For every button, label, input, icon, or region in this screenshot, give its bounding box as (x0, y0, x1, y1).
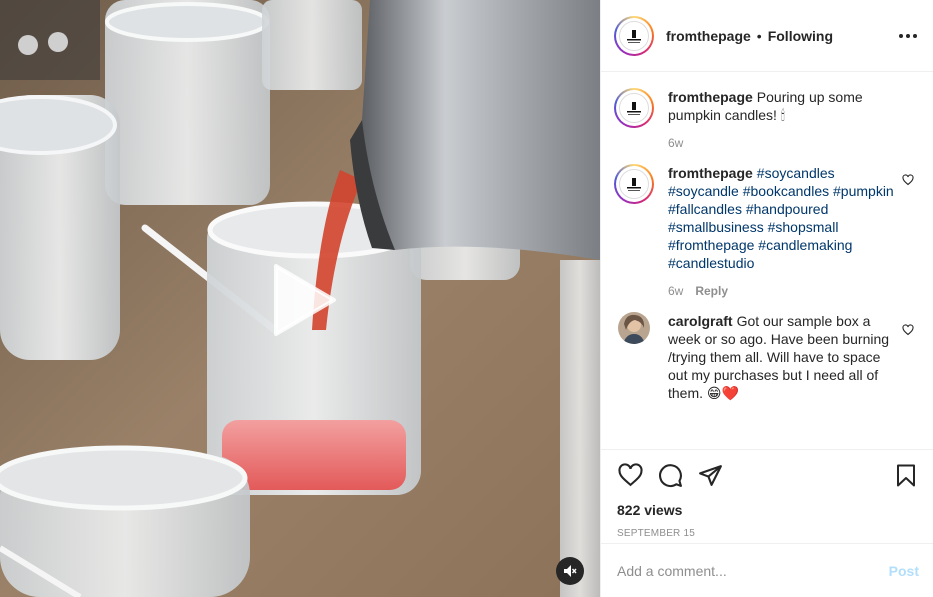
hashtag-comment-age[interactable]: 6w (668, 284, 683, 298)
post-comment-button[interactable]: Post (889, 563, 919, 579)
post-date[interactable]: SEPTEMBER 15 (617, 528, 919, 539)
caption-age[interactable]: 6w (668, 136, 683, 150)
share-button[interactable] (697, 462, 723, 488)
comment-input[interactable] (617, 562, 889, 579)
caption-avatar[interactable] (614, 88, 654, 128)
hashtag-link[interactable]: #fromthepage (668, 237, 754, 253)
hashtag-link[interactable]: #soycandle (668, 183, 739, 199)
paper-plane-icon (698, 464, 722, 486)
play-icon[interactable] (264, 262, 340, 338)
speech-bubble-icon (658, 463, 682, 487)
hashtag-link[interactable]: #fallcandles (668, 201, 742, 217)
comments-list[interactable]: fromthepage Pouring up some pumpkin candl… (601, 72, 933, 449)
hashtag-comment-avatar[interactable] (614, 164, 654, 204)
hashtag-comment: fromthepage #soycandles #soycandle #bookc… (614, 164, 917, 298)
comment-button[interactable] (657, 462, 683, 488)
user-comment: carolgraft Got our sample box a week or s… (614, 312, 917, 402)
reply-button[interactable]: Reply (695, 284, 728, 298)
author-avatar[interactable] (614, 15, 654, 56)
brand-logo-icon (619, 93, 649, 123)
commenter-avatar[interactable] (618, 312, 650, 344)
mute-button[interactable] (556, 557, 584, 585)
brand-logo-icon (619, 169, 649, 199)
hashtag-link[interactable]: #smallbusiness (668, 219, 764, 235)
hashtag-link[interactable]: #bookcandles (743, 183, 829, 199)
hashtag-link[interactable]: #candlestudio (668, 255, 754, 271)
post-header: fromthepage • Following (601, 0, 933, 72)
instagram-post: fromthepage • Following fromthepage Pour… (0, 0, 933, 597)
speaker-muted-icon (564, 565, 577, 577)
view-count[interactable]: 822 views (617, 502, 919, 518)
caption-comment: fromthepage Pouring up some pumpkin candl… (614, 88, 917, 150)
heart-icon (617, 462, 643, 486)
bookmark-icon (897, 464, 915, 486)
hashtag-link[interactable]: #handpoured (746, 201, 829, 217)
heart-outline-icon[interactable] (902, 324, 914, 336)
hashtag-link[interactable]: #candlemaking (758, 237, 852, 253)
hashtag-link[interactable]: #shopsmall (768, 219, 839, 235)
add-comment-bar: Post (601, 543, 933, 597)
post-side-panel: fromthepage • Following fromthepage Pour… (600, 0, 933, 597)
heart-outline-icon[interactable] (902, 174, 914, 186)
commenter-username[interactable]: carolgraft (668, 313, 733, 329)
hashtag-comment-username[interactable]: fromthepage (668, 165, 753, 181)
hashtag-link[interactable]: #soycandles (757, 165, 835, 181)
caption-username[interactable]: fromthepage (668, 89, 753, 105)
like-button[interactable] (617, 462, 643, 488)
video-player[interactable] (0, 0, 600, 597)
brand-logo-icon (619, 20, 649, 51)
post-actions: 822 views SEPTEMBER 15 (601, 449, 933, 543)
author-username[interactable]: fromthepage (666, 28, 751, 44)
ellipsis-icon[interactable] (899, 33, 917, 38)
separator-dot: • (756, 27, 762, 44)
save-button[interactable] (893, 462, 919, 488)
hashtag-link[interactable]: #pumpkin (833, 183, 894, 199)
following-button[interactable]: Following (768, 28, 833, 44)
